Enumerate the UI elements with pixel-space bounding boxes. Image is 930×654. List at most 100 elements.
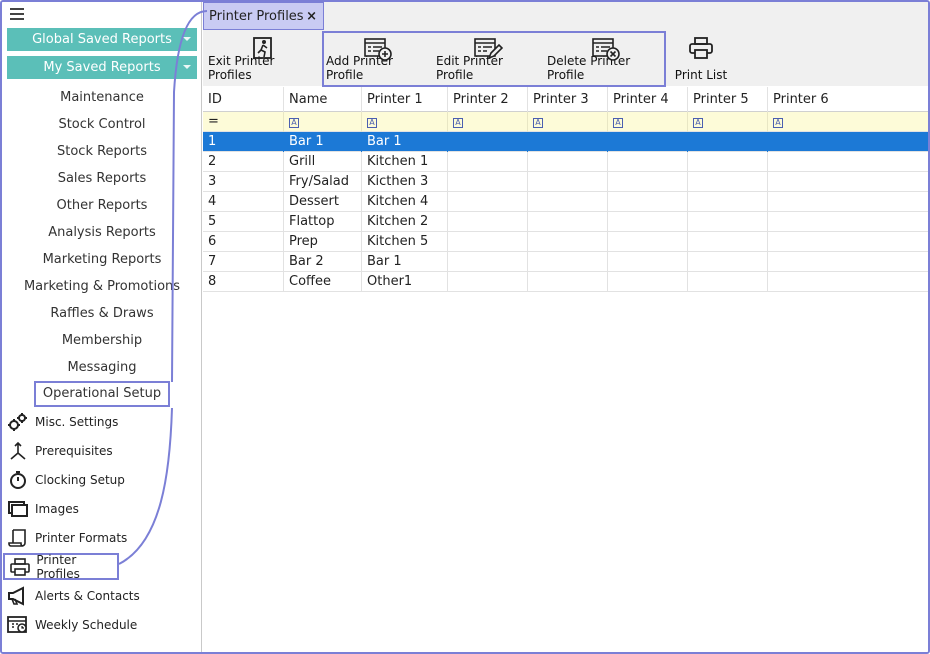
cell-printer-4[interactable] bbox=[608, 192, 688, 212]
table-row[interactable]: 2 Grill Kitchen 1 bbox=[203, 152, 928, 172]
text-filter-icon[interactable]: A bbox=[533, 118, 543, 128]
cell-printer-4[interactable] bbox=[608, 212, 688, 232]
cell-printer-4[interactable] bbox=[608, 272, 688, 292]
cell-printer-5[interactable] bbox=[688, 192, 768, 212]
exit-printer-profiles-button[interactable]: Exit Printer Profiles bbox=[208, 30, 318, 86]
table-row[interactable]: 4 Dessert Kitchen 4 bbox=[203, 192, 928, 212]
cell-printer-6[interactable] bbox=[768, 232, 928, 252]
cell-printer-3[interactable] bbox=[528, 272, 608, 292]
cell-printer-1[interactable]: Kitchen 2 bbox=[362, 212, 448, 232]
text-filter-icon[interactable]: A bbox=[453, 118, 463, 128]
sidebar-item-membership[interactable]: Membership bbox=[2, 329, 202, 353]
text-filter-icon[interactable]: A bbox=[773, 118, 783, 128]
cell-printer-6[interactable] bbox=[768, 152, 928, 172]
cell-printer-5[interactable] bbox=[688, 152, 768, 172]
sidebar-item-maintenance[interactable]: Maintenance bbox=[2, 86, 202, 110]
cell-printer-2[interactable] bbox=[448, 152, 528, 172]
cell-id[interactable]: 4 bbox=[203, 192, 284, 212]
sidebar-item-sales-reports[interactable]: Sales Reports bbox=[2, 167, 202, 191]
add-printer-profile-button[interactable]: Add Printer Profile bbox=[326, 30, 430, 86]
column-header-id[interactable]: ID bbox=[203, 87, 284, 112]
cell-id[interactable]: 6 bbox=[203, 232, 284, 252]
cell-id[interactable]: 1 bbox=[203, 132, 284, 152]
filter-cell-printer-2[interactable]: A bbox=[448, 112, 528, 132]
cell-printer-1[interactable]: Kitchen 5 bbox=[362, 232, 448, 252]
cell-printer-4[interactable] bbox=[608, 232, 688, 252]
cell-printer-1[interactable]: Kicthen 3 bbox=[362, 172, 448, 192]
table-row[interactable]: 1 Bar 1 Bar 1 bbox=[203, 132, 928, 152]
tab-printer-profiles[interactable]: Printer Profiles × bbox=[203, 2, 324, 30]
cell-id[interactable]: 5 bbox=[203, 212, 284, 232]
table-row[interactable]: 5 Flattop Kitchen 2 bbox=[203, 212, 928, 232]
cell-id[interactable]: 2 bbox=[203, 152, 284, 172]
cell-printer-4[interactable] bbox=[608, 132, 688, 152]
text-filter-icon[interactable]: A bbox=[289, 118, 299, 128]
text-filter-icon[interactable]: A bbox=[367, 118, 377, 128]
cell-printer-6[interactable] bbox=[768, 212, 928, 232]
sidebar-item-images[interactable]: Images bbox=[2, 496, 202, 522]
column-header-printer-4[interactable]: Printer 4 bbox=[608, 87, 688, 112]
hamburger-menu-icon[interactable] bbox=[10, 8, 24, 20]
column-header-printer-2[interactable]: Printer 2 bbox=[448, 87, 528, 112]
sidebar-item-marketing-reports[interactable]: Marketing Reports bbox=[2, 248, 202, 272]
cell-printer-3[interactable] bbox=[528, 192, 608, 212]
cell-printer-1[interactable]: Other1 bbox=[362, 272, 448, 292]
column-header-printer-5[interactable]: Printer 5 bbox=[688, 87, 768, 112]
sidebar-item-operational-setup[interactable]: Operational Setup bbox=[2, 381, 202, 407]
cell-printer-2[interactable] bbox=[448, 212, 528, 232]
cell-id[interactable]: 8 bbox=[203, 272, 284, 292]
cell-printer-2[interactable] bbox=[448, 252, 528, 272]
cell-name[interactable]: Dessert bbox=[284, 192, 362, 212]
cell-printer-3[interactable] bbox=[528, 212, 608, 232]
cell-id[interactable]: 3 bbox=[203, 172, 284, 192]
cell-printer-1[interactable]: Kitchen 4 bbox=[362, 192, 448, 212]
cell-printer-2[interactable] bbox=[448, 272, 528, 292]
cell-name[interactable]: Coffee bbox=[284, 272, 362, 292]
sidebar-item-printer-profiles[interactable]: Printer Profiles bbox=[3, 553, 119, 581]
cell-printer-6[interactable] bbox=[768, 172, 928, 192]
cell-printer-6[interactable] bbox=[768, 192, 928, 212]
sidebar-item-analysis-reports[interactable]: Analysis Reports bbox=[2, 221, 202, 245]
cell-name[interactable]: Grill bbox=[284, 152, 362, 172]
cell-printer-3[interactable] bbox=[528, 152, 608, 172]
cell-printer-3[interactable] bbox=[528, 252, 608, 272]
cell-printer-5[interactable] bbox=[688, 132, 768, 152]
table-row[interactable]: 3 Fry/Salad Kicthen 3 bbox=[203, 172, 928, 192]
cell-printer-2[interactable] bbox=[448, 132, 528, 152]
edit-printer-profile-button[interactable]: Edit Printer Profile bbox=[436, 30, 540, 86]
cell-printer-3[interactable] bbox=[528, 172, 608, 192]
cell-printer-6[interactable] bbox=[768, 132, 928, 152]
sidebar-item-other-reports[interactable]: Other Reports bbox=[2, 194, 202, 218]
filter-cell-id[interactable]: = bbox=[203, 112, 284, 132]
column-header-printer-3[interactable]: Printer 3 bbox=[528, 87, 608, 112]
sidebar-item-raffles-draws[interactable]: Raffles & Draws bbox=[2, 302, 202, 326]
column-header-printer-1[interactable]: Printer 1 bbox=[362, 87, 448, 112]
print-list-button[interactable]: Print List bbox=[671, 30, 731, 86]
cell-name[interactable]: Flattop bbox=[284, 212, 362, 232]
sidebar-item-marketing-promotions[interactable]: Marketing & Promotions bbox=[2, 275, 202, 299]
table-row[interactable]: 7 Bar 2 Bar 1 bbox=[203, 252, 928, 272]
cell-name[interactable]: Bar 2 bbox=[284, 252, 362, 272]
sidebar-item-printer-formats[interactable]: Printer Formats bbox=[2, 525, 202, 551]
sidebar-item-alerts-contacts[interactable]: Alerts & Contacts bbox=[2, 583, 202, 609]
filter-cell-printer-4[interactable]: A bbox=[608, 112, 688, 132]
table-row[interactable]: 8 Coffee Other1 bbox=[203, 272, 928, 292]
filter-cell-name[interactable]: A bbox=[284, 112, 362, 132]
cell-printer-1[interactable]: Bar 1 bbox=[362, 252, 448, 272]
cell-printer-2[interactable] bbox=[448, 232, 528, 252]
column-header-printer-6[interactable]: Printer 6 bbox=[768, 87, 928, 112]
close-icon[interactable]: × bbox=[306, 9, 317, 24]
cell-name[interactable]: Bar 1 bbox=[284, 132, 362, 152]
cell-printer-4[interactable] bbox=[608, 172, 688, 192]
sidebar-item-stock-control[interactable]: Stock Control bbox=[2, 113, 202, 137]
cell-printer-6[interactable] bbox=[768, 252, 928, 272]
cell-printer-5[interactable] bbox=[688, 272, 768, 292]
sidebar-item-weekly-schedule[interactable]: Weekly Schedule bbox=[2, 612, 202, 638]
text-filter-icon[interactable]: A bbox=[693, 118, 703, 128]
filter-cell-printer-5[interactable]: A bbox=[688, 112, 768, 132]
cell-printer-4[interactable] bbox=[608, 252, 688, 272]
cell-printer-1[interactable]: Kitchen 1 bbox=[362, 152, 448, 172]
cell-printer-3[interactable] bbox=[528, 232, 608, 252]
cell-printer-5[interactable] bbox=[688, 172, 768, 192]
delete-printer-profile-button[interactable]: Delete Printer Profile bbox=[547, 30, 665, 86]
